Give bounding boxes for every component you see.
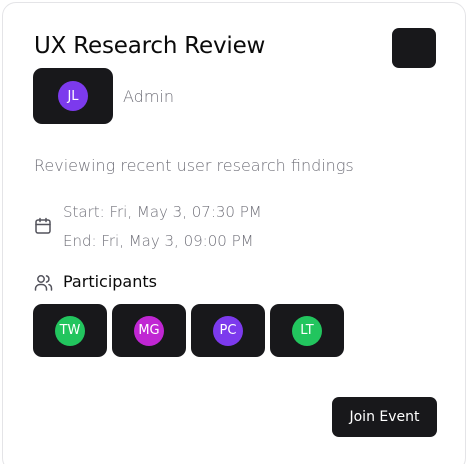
users-icon [34,275,53,291]
organizer-initials: JL [67,88,79,104]
organizer-chip[interactable]: JL [33,68,113,124]
participant-initials: LT [300,323,314,338]
participant-avatar: MG [134,315,164,346]
join-event-button[interactable]: Join Event [332,397,437,437]
event-end-time: End: Fri, May 3, 09:00 PM [63,232,254,250]
participant-chip[interactable]: MG [112,304,186,357]
calendar-icon [35,217,51,234]
participants-list: TW MG PC LT [33,304,344,357]
participant-avatar: TW [55,315,85,346]
participant-avatar: LT [292,315,322,346]
participant-initials: TW [59,323,81,338]
participant-initials: PC [219,323,237,338]
event-start-time: Start: Fri, May 3, 07:30 PM [63,203,262,221]
participant-avatar: PC [213,315,243,346]
organizer-role: Admin [123,87,174,106]
event-description: Reviewing recent user research findings [34,156,354,175]
participant-chip[interactable]: LT [270,304,344,357]
organizer-avatar: JL [58,81,88,111]
more-options-button[interactable] [392,28,436,68]
event-card: UX Research Review JL Admin Reviewing re… [2,2,466,464]
participants-heading: Participants [63,272,157,291]
participant-chip[interactable]: PC [191,304,265,357]
participant-initials: MG [138,323,160,338]
participant-chip[interactable]: TW [33,304,107,357]
event-title: UX Research Review [34,33,266,59]
